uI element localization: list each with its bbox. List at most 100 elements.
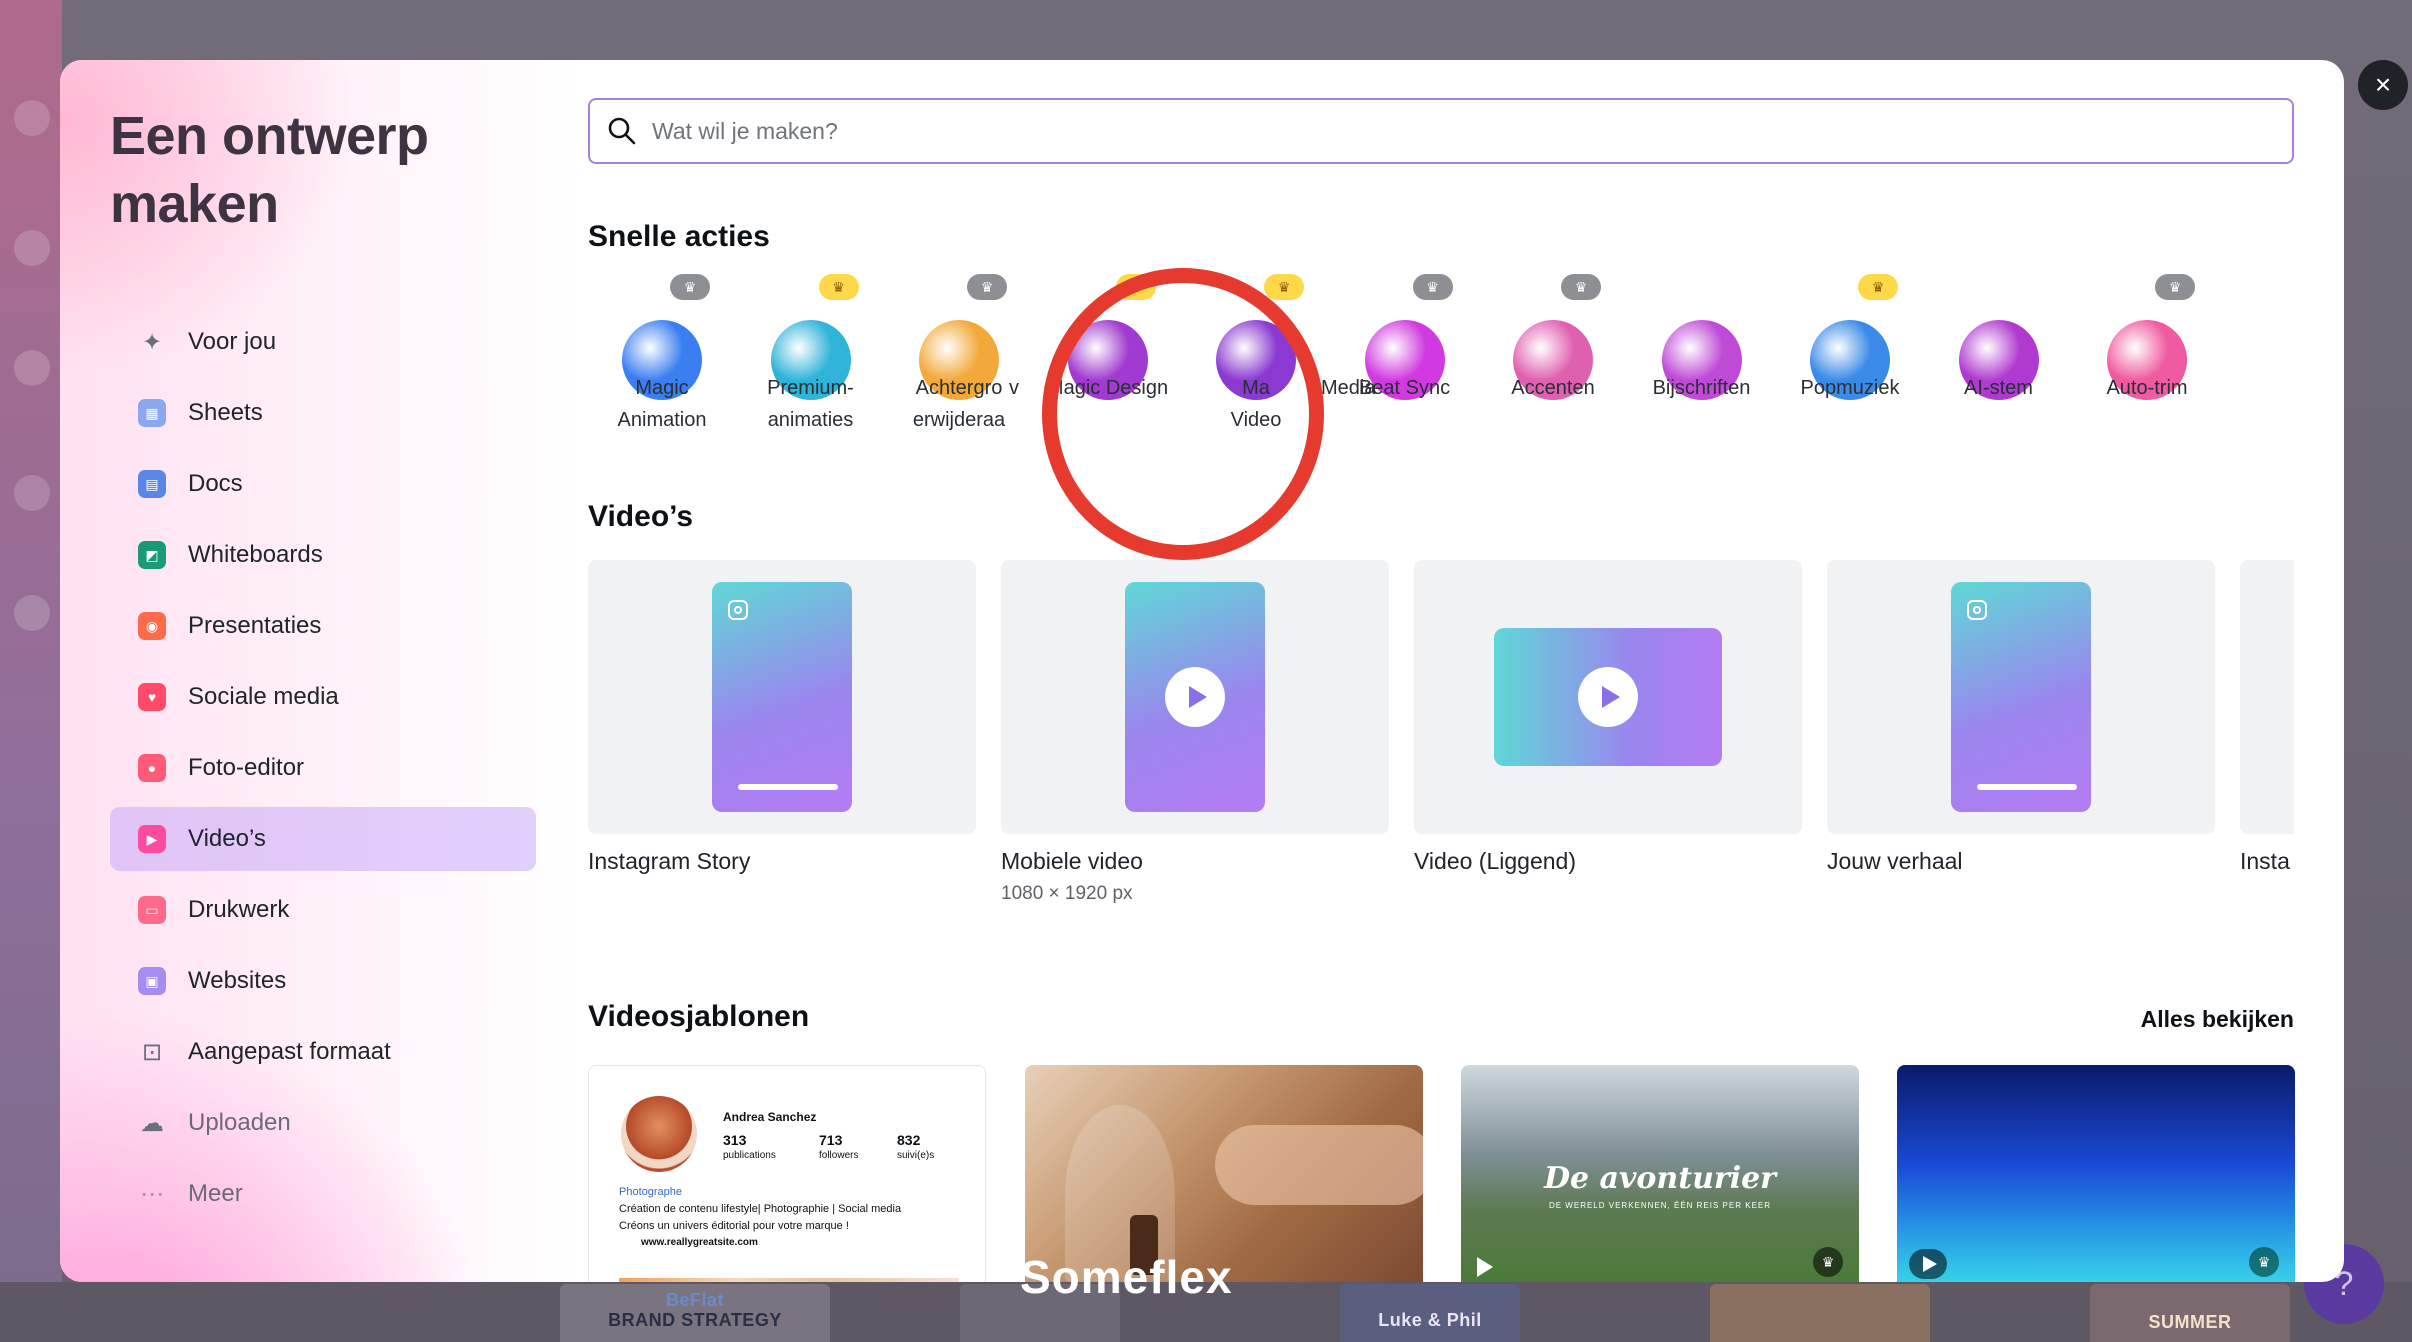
more-icon: ⋯ [140,1180,164,1208]
play-icon [1477,1257,1493,1277]
profile-stat-value: 313 [723,1132,747,1148]
video-thumb [2240,560,2294,834]
profile-stat-value: 713 [819,1132,843,1148]
instagram-icon [1967,600,1987,620]
play-icon [1923,1256,1937,1272]
templates-row: Andrea Sanchez 313 publications 713 foll… [588,1065,2295,1282]
nav-item-label: Websites [188,967,287,994]
nav-item-uploaden[interactable]: ☁ Uploaden [110,1091,536,1155]
nav-item-foto-editor[interactable]: ● Foto-editor [110,736,536,800]
video-card-label: Instagram Story [588,848,751,874]
backdrop-brand-icon [14,595,50,631]
main-content: Snelle acties ♛ MagicAnimation ♛ Premium-an… [588,60,2344,1282]
nav-item-label: Meer [188,1180,243,1207]
nav-item-docs[interactable]: ▤ Docs [110,452,536,516]
crown-icon: ♛ [2249,1247,2279,1277]
video-thumb [1414,560,1802,834]
category-panel: Een ontwerp maken ✦ Voor jou ▦ Sheets ▤ Docs ◩… [60,60,580,1282]
quick-action-label-fragment: Media [1321,377,1376,399]
video-card-instagram-story[interactable]: Instagram Story [588,560,976,875]
video-card-label: Jouw verhaal [1827,848,1963,874]
video-thumb [1827,560,2215,834]
nav-item-whiteboards[interactable]: ◩ Whiteboards [110,523,536,587]
sparkle-icon: ✦ [141,328,163,356]
nav-item-drukwerk[interactable]: ▭ Drukwerk [110,878,536,942]
camera-icon: ● [138,754,166,782]
nav-item-websites[interactable]: ▣ Websites [110,949,536,1013]
search-icon [608,117,636,145]
category-nav: ✦ Voor jou ▦ Sheets ▤ Docs ◩ Whiteboards ◉ Presen… [110,310,536,1233]
nav-item-sociale-media[interactable]: ♥ Sociale media [110,665,536,729]
profile-stat-label: publications [723,1150,776,1161]
quick-action-label: AI-stem [1964,377,2033,399]
presentation-icon: ◉ [138,612,166,640]
quick-action-label: Premium-animaties [767,377,854,431]
modal-title: Een ontwerp maken [110,106,429,234]
templates-header: Videosjablonen Alles bekijken [588,1000,2294,1040]
backdrop-templates-icon [14,475,50,511]
video-formats-row: Instagram Story Mobiele video 1080 × 192… [588,560,2294,980]
quick-actions-title: Snelle acties [588,220,770,253]
create-design-modal: Een ontwerp maken ✦ Voor jou ▦ Sheets ▤ Docs ◩… [60,60,2344,1282]
profile-stat-label: followers [819,1150,859,1161]
search-input[interactable] [652,117,2152,145]
template-card-profile[interactable]: Andrea Sanchez 313 publications 713 foll… [588,1065,986,1282]
nav-item-meer[interactable]: ⋯ Meer [110,1162,536,1226]
backdrop-thumb-befat: BeFlat BRAND STRATEGY [560,1284,830,1342]
nav-item-presentaties[interactable]: ◉ Presentaties [110,594,536,658]
nav-item-sheets[interactable]: ▦ Sheets [110,381,536,445]
whiteboard-icon: ◩ [138,541,166,569]
video-card-mobile-video[interactable]: Mobiele video 1080 × 1920 px [1001,560,1389,905]
story-progress [738,784,838,790]
nav-item-label: Sociale media [188,683,339,710]
story-progress [1977,784,2077,790]
play-icon [1578,667,1638,727]
crown-icon: ♛ [1264,274,1304,300]
nav-item-label: Drukwerk [188,896,290,923]
quick-action-label: Bijschriften [1652,377,1751,399]
nav-item-label: Foto-editor [188,754,305,781]
carousel-next-button[interactable] [2330,722,2344,772]
quick-action-label: Magic Animation [617,377,707,431]
backdrop-sidebar [0,0,62,1342]
backdrop-thumb-photo [1710,1284,1930,1342]
video-card-instagram[interactable]: Insta [2240,560,2294,875]
backdrop-thumb-summer: SUMMER [2090,1284,2290,1342]
landscape-subtitle: DE WERELD VERKENNEN, ÉÉN REIS PER KEER [1548,1201,1772,1210]
video-thumb [1001,560,1389,834]
crown-icon: ♛ [1561,274,1601,300]
nav-item-voor-jou[interactable]: ✦ Voor jou [110,310,536,374]
custom-size-icon: ⊡ [141,1038,163,1066]
nav-item-label: Video’s [188,825,266,852]
nav-item-aangepast-formaat[interactable]: ⊡ Aangepast formaat [110,1020,536,1084]
see-all-link[interactable]: Alles bekijken [2141,1006,2294,1033]
highlight-annotation-ring [1042,268,1324,560]
backdrop-home-icon [14,230,50,266]
close-modal-button[interactable]: × [2358,60,2408,110]
video-card-landscape[interactable]: Video (Liggend) [1414,560,1802,875]
play-icon [1165,667,1225,727]
nav-item-label: Uploaden [188,1109,291,1136]
landscape-title: De avonturier [1543,1161,1776,1196]
video-card-label: Insta [2240,848,2290,874]
nav-item-video-s[interactable]: ▶ Video’s [110,807,536,871]
crown-icon: ♛ [967,274,1007,300]
template-card-landscape[interactable]: De avonturier DE WERELD VERKENNEN, ÉÉN R… [1461,1065,1859,1282]
search-bar[interactable] [588,98,2294,164]
profile-stat-label: suivi(e)s [897,1150,935,1161]
instagram-icon [728,600,748,620]
video-icon: ▶ [138,825,166,853]
template-card-blue[interactable]: ♛ [1897,1065,2295,1282]
nav-item-label: Sheets [188,399,263,426]
printer-icon: ▭ [138,896,166,924]
video-thumb [588,560,976,834]
nav-item-label: Presentaties [188,612,322,639]
crown-icon: ♛ [670,274,710,300]
quick-action-label: Accenten [1511,377,1595,399]
profile-role: Photographe [619,1186,682,1198]
video-card-your-story[interactable]: Jouw verhaal [1827,560,2215,875]
crown-icon: ♛ [2155,274,2195,300]
nav-item-label: Aangepast formaat [188,1038,391,1065]
quick-action-label-fragment: v [1009,377,1019,399]
backdrop-create-icon [14,100,50,136]
